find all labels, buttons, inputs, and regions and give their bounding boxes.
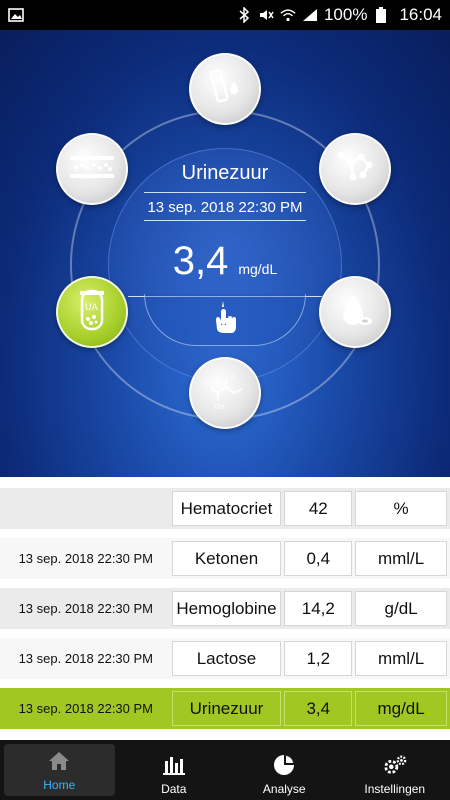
title-divider bbox=[144, 192, 306, 193]
nav-home-label: Home bbox=[43, 778, 76, 792]
table-row-selected[interactable]: 13 sep. 2018 22:30 PM Urinezuur 3,4 mg/d… bbox=[0, 688, 450, 729]
row-unit: g/dL bbox=[355, 591, 447, 626]
pie-chart-icon bbox=[272, 754, 296, 776]
table-row[interactable]: Hematocriet 42 % bbox=[0, 488, 450, 529]
nav-data[interactable]: Data bbox=[119, 740, 230, 800]
measurement-datetime: 13 sep. 2018 22:30 PM bbox=[147, 199, 303, 216]
table-row[interactable]: 13 sep. 2018 22:30 PM Lactose 1,2 mml/L bbox=[0, 638, 450, 679]
measurement-title: Urinezuur bbox=[181, 162, 269, 184]
bubble-hematocrit[interactable] bbox=[56, 133, 128, 205]
nav-instellingen[interactable]: Instellingen bbox=[340, 740, 450, 800]
measurement-value-row: 3,4 mg/dL bbox=[118, 239, 332, 284]
bubble-molecule[interactable] bbox=[319, 133, 391, 205]
row-unit: mg/dL bbox=[355, 691, 447, 726]
row-value: 1,2 bbox=[284, 641, 353, 676]
row-value: 0,4 bbox=[284, 541, 353, 576]
blood-drop-icon bbox=[335, 290, 375, 335]
lactate-formula-icon: H O OH bbox=[200, 371, 250, 416]
tap-finger-icon bbox=[210, 299, 240, 340]
row-unit: mml/L bbox=[355, 541, 447, 576]
uric-acid-tube-icon: UA bbox=[72, 287, 112, 338]
measurement-value: 3,4 bbox=[172, 239, 229, 283]
row-name: Lactose bbox=[171, 641, 282, 676]
date-divider bbox=[144, 220, 306, 221]
signal-icon bbox=[302, 8, 318, 22]
row-date: 13 sep. 2018 22:30 PM bbox=[18, 551, 154, 566]
molecule-icon bbox=[333, 147, 377, 192]
row-date: 13 sep. 2018 22:30 PM bbox=[18, 701, 154, 716]
row-value: 42 bbox=[284, 491, 353, 526]
start-measurement-button[interactable] bbox=[144, 294, 306, 346]
image-icon bbox=[8, 8, 24, 22]
nav-instellingen-label: Instellingen bbox=[364, 782, 426, 796]
mute-icon bbox=[258, 8, 274, 22]
measurements-table: Hematocriet 42 % 13 sep. 2018 22:30 PM K… bbox=[0, 477, 450, 740]
ua-label: UA bbox=[85, 303, 99, 313]
test-strip-icon bbox=[205, 67, 245, 112]
wifi-icon bbox=[280, 8, 296, 22]
nav-data-label: Data bbox=[161, 782, 187, 796]
clock: 16:04 bbox=[399, 5, 442, 24]
battery-percent: 100% bbox=[323, 5, 368, 24]
table-row[interactable]: 13 sep. 2018 22:30 PM Ketonen 0,4 mml/L bbox=[0, 538, 450, 579]
bubble-blood-drop[interactable] bbox=[319, 276, 391, 348]
row-name: Hemoglobine bbox=[171, 591, 282, 626]
nav-home[interactable]: Home bbox=[4, 744, 115, 796]
home-icon bbox=[47, 750, 71, 772]
svg-text:H: H bbox=[206, 379, 211, 387]
bottom-nav: Home Data Analyse Instellingen bbox=[0, 740, 450, 800]
row-unit: % bbox=[355, 491, 447, 526]
svg-text:OH: OH bbox=[214, 403, 225, 411]
svg-text:O: O bbox=[230, 373, 236, 381]
battery-icon bbox=[373, 7, 389, 23]
nav-analyse[interactable]: Analyse bbox=[229, 740, 340, 800]
bar-chart-icon bbox=[162, 754, 186, 776]
measurement-unit: mg/dL bbox=[238, 261, 278, 277]
bubble-lactate[interactable]: H O OH bbox=[189, 357, 261, 429]
table-row[interactable]: 13 sep. 2018 22:30 PM Hemoglobine 14,2 g… bbox=[0, 588, 450, 629]
row-unit: mml/L bbox=[355, 641, 447, 676]
measurement-panel: Urinezuur 13 sep. 2018 22:30 PM 3,4 mg/d… bbox=[0, 30, 450, 477]
row-name: Urinezuur bbox=[171, 691, 282, 726]
row-date: 13 sep. 2018 22:30 PM bbox=[18, 601, 154, 616]
row-date: 13 sep. 2018 22:30 PM bbox=[18, 651, 154, 666]
measurement-display: Urinezuur 13 sep. 2018 22:30 PM 3,4 mg/d… bbox=[118, 152, 332, 356]
bubble-uric-acid[interactable]: UA bbox=[56, 276, 128, 348]
bluetooth-icon bbox=[236, 7, 252, 23]
status-bar: 100% 16:04 bbox=[0, 0, 450, 30]
bubble-test-strip[interactable] bbox=[189, 53, 261, 125]
row-value: 14,2 bbox=[284, 591, 353, 626]
nav-analyse-label: Analyse bbox=[262, 782, 306, 796]
hematocrit-cells-icon bbox=[68, 152, 116, 187]
gears-icon bbox=[383, 754, 407, 776]
row-name: Hematocriet bbox=[171, 491, 282, 526]
row-value: 3,4 bbox=[284, 691, 353, 726]
row-name: Ketonen bbox=[171, 541, 282, 576]
